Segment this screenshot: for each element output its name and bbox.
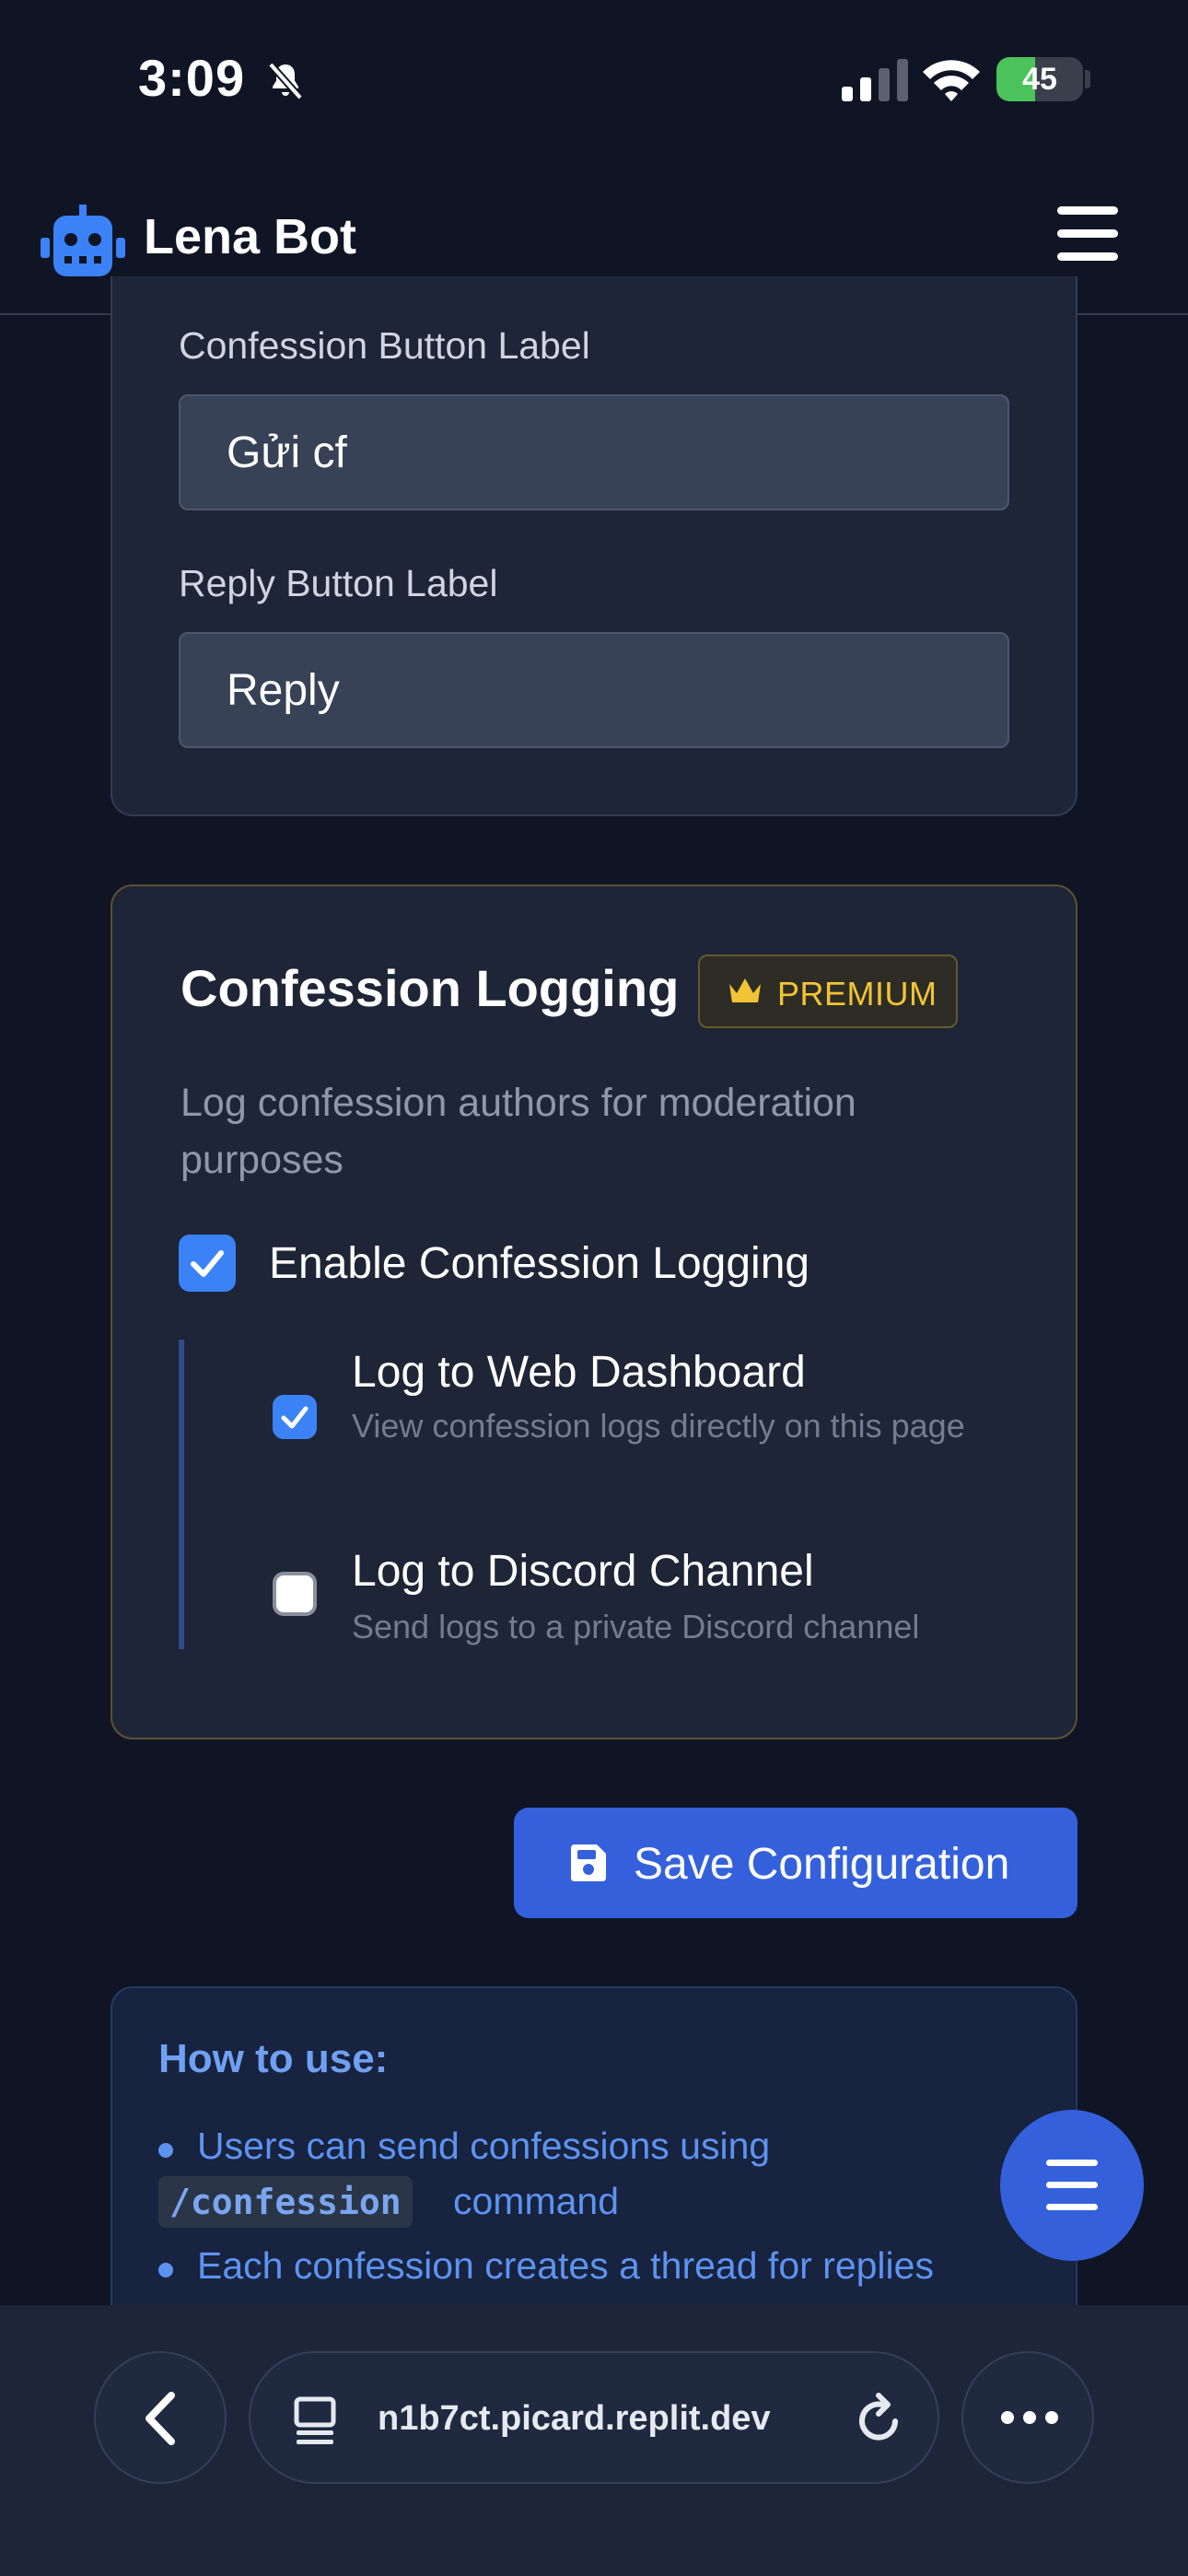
enable-logging-label: Enable Confession Logging bbox=[269, 1239, 810, 1288]
menu-line bbox=[1046, 2160, 1098, 2166]
help-item-2-text: Each confession creates a thread for rep… bbox=[197, 2244, 934, 2287]
address-bar[interactable]: n1b7ct.picard.replit.dev bbox=[249, 2351, 939, 2484]
sub-options-border bbox=[179, 1340, 184, 1649]
confession-button-label: Confession Button Label bbox=[179, 324, 590, 367]
logging-title: Confession Logging bbox=[181, 959, 680, 1017]
battery-level: 45 bbox=[1022, 62, 1057, 97]
menu-line bbox=[1057, 229, 1118, 238]
reply-button-input[interactable] bbox=[179, 632, 1009, 748]
wifi-icon bbox=[923, 60, 980, 101]
reply-button-label: Reply Button Label bbox=[179, 562, 498, 604]
premium-badge: PREMIUM bbox=[698, 954, 958, 1028]
discord-channel-label: Log to Discord Channel bbox=[352, 1547, 814, 1596]
battery-indicator: 45 bbox=[996, 57, 1083, 101]
web-dashboard-description: View confession logs directly on this pa… bbox=[352, 1407, 965, 1445]
floppy-disk-icon bbox=[571, 1844, 606, 1881]
browser-toolbar: n1b7ct.picard.replit.dev bbox=[0, 2305, 1188, 2576]
menu-line bbox=[1057, 252, 1118, 261]
bell-slash-icon bbox=[268, 62, 303, 100]
reload-icon bbox=[859, 2393, 898, 2441]
menu-line bbox=[1046, 2204, 1098, 2210]
discord-channel-checkbox[interactable] bbox=[273, 1572, 317, 1616]
save-configuration-label: Save Configuration bbox=[634, 1840, 1010, 1889]
save-configuration-button[interactable]: Save Configuration bbox=[514, 1808, 1077, 1918]
web-dashboard-label: Log to Web Dashboard bbox=[352, 1348, 806, 1397]
bullet bbox=[158, 2263, 173, 2277]
floating-menu-button[interactable] bbox=[1000, 2110, 1144, 2261]
menu-line bbox=[1046, 2182, 1098, 2188]
logging-description: Log confession authors for moderation pu… bbox=[181, 1081, 856, 1182]
how-to-use-title: How to use: bbox=[158, 2036, 389, 2081]
crown-icon bbox=[729, 978, 761, 1002]
enable-logging-checkbox[interactable] bbox=[179, 1235, 236, 1292]
more-options-button[interactable] bbox=[961, 2351, 1094, 2484]
help-item-1-suffix: command bbox=[453, 2180, 620, 2222]
app-title: Lena Bot bbox=[144, 209, 357, 264]
battery-cap bbox=[1085, 70, 1090, 88]
confession-command-code: /confession bbox=[158, 2176, 413, 2228]
robot-icon bbox=[41, 205, 125, 276]
ellipsis-icon bbox=[1001, 2411, 1058, 2424]
url-text: n1b7ct.picard.replit.dev bbox=[378, 2399, 771, 2438]
chevron-left-icon bbox=[146, 2392, 175, 2445]
web-dashboard-checkbox[interactable] bbox=[273, 1395, 317, 1439]
check-icon bbox=[281, 1406, 309, 1429]
menu-line bbox=[1057, 206, 1118, 215]
tabs-icon bbox=[294, 2396, 336, 2444]
help-item-1-text: Users can send confessions using bbox=[197, 2125, 771, 2167]
confession-button-input[interactable] bbox=[179, 394, 1009, 510]
bullet bbox=[158, 2143, 173, 2158]
discord-channel-description: Send logs to a private Discord channel bbox=[352, 1608, 920, 1645]
status-time: 3:09 bbox=[138, 49, 246, 107]
premium-label: PREMIUM bbox=[777, 975, 938, 1013]
cellular-signal-icon bbox=[842, 59, 908, 101]
status-bar: 3:09 45 bbox=[0, 0, 1188, 157]
menu-button[interactable] bbox=[1057, 206, 1118, 261]
check-icon bbox=[191, 1250, 224, 1277]
back-button[interactable] bbox=[94, 2351, 227, 2484]
